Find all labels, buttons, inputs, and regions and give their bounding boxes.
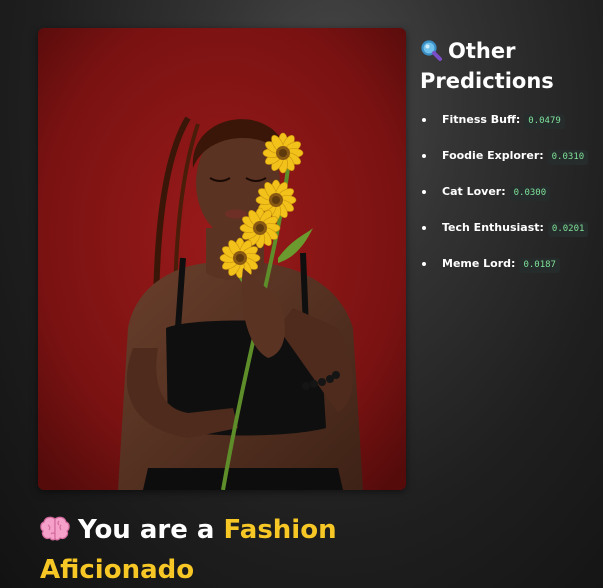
prediction-label: Tech Enthusiast:	[442, 221, 544, 234]
photo-woman-sunflowers-image	[38, 28, 406, 490]
magnifying-glass-icon	[420, 39, 442, 68]
result-prefix: You are a	[78, 515, 215, 545]
list-item: Cat Lover: 0.0300	[420, 183, 600, 219]
prediction-label: Meme Lord:	[442, 257, 516, 270]
prediction-label: Foodie Explorer:	[442, 149, 544, 162]
other-predictions-title-line2: Predictions	[420, 69, 554, 93]
list-item: Tech Enthusiast: 0.0201	[420, 219, 600, 255]
prediction-label: Cat Lover:	[442, 185, 506, 198]
other-predictions-panel: Other Predictions Fitness Buff: 0.0479 Fo…	[420, 38, 600, 291]
prediction-score: 0.0300	[509, 186, 551, 201]
prediction-score: 0.0187	[519, 258, 560, 273]
prediction-score: 0.0310	[547, 150, 589, 165]
prediction-label: Fitness Buff:	[442, 113, 521, 126]
other-predictions-title-line1: Other	[448, 39, 516, 63]
result-category-line1: Fashion	[223, 515, 337, 545]
list-item: Meme Lord: 0.0187	[420, 255, 600, 291]
portrait-photo	[38, 28, 406, 490]
list-item: Foodie Explorer: 0.0310	[420, 147, 600, 183]
brain-icon	[40, 516, 70, 552]
prediction-score: 0.0201	[547, 222, 589, 237]
main-prediction-heading: You are a Fashion Aficionado	[40, 512, 580, 588]
other-predictions-heading: Other Predictions	[420, 38, 600, 95]
result-category-line2: Aficionado	[40, 555, 195, 585]
prediction-score: 0.0479	[524, 114, 565, 129]
list-item: Fitness Buff: 0.0479	[420, 111, 600, 147]
predictions-list: Fitness Buff: 0.0479 Foodie Explorer: 0.03…	[420, 111, 600, 291]
